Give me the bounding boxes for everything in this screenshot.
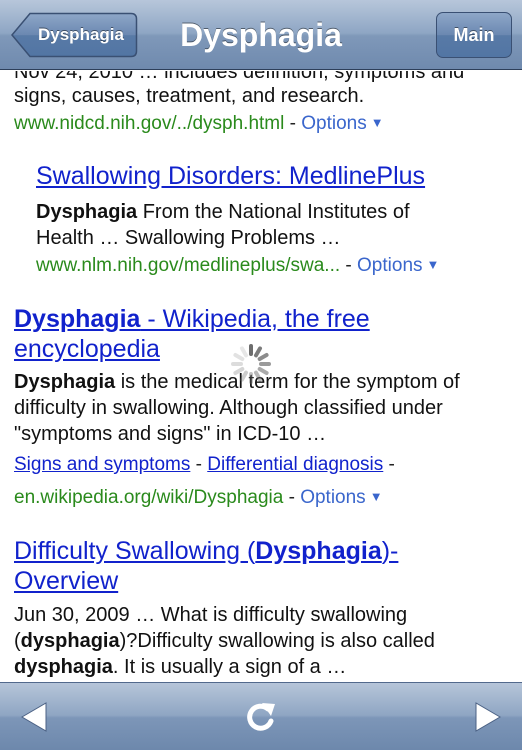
result-url-row: www.nidcd.nih.gov/../dysph.html - Option… xyxy=(14,112,384,135)
navigation-bar: Dysphagia Dysphagia Main xyxy=(0,0,522,70)
result-snippet-line: difficulty in swallowing. Although class… xyxy=(14,397,443,419)
highlight-term: Dysphagia xyxy=(36,201,138,223)
page-title: Dysphagia xyxy=(180,17,342,53)
highlight-term: Dysphagia xyxy=(255,537,382,565)
result-snippet-line: Health … Swallowing Problems … xyxy=(36,227,341,249)
browser-back-button[interactable] xyxy=(8,691,60,743)
result-title-link-cont[interactable]: encyclopedia xyxy=(14,335,160,363)
highlight-term: Dysphagia xyxy=(14,371,116,393)
result-url-row: www.nlm.nih.gov/medlineplus/swa... - Opt… xyxy=(36,254,439,277)
result-title-row: encyclopedia xyxy=(14,335,160,364)
reload-button[interactable] xyxy=(235,691,287,743)
back-button-label: Dysphagia xyxy=(38,25,124,44)
url-separator: - xyxy=(340,255,358,276)
options-label: Options xyxy=(300,487,366,508)
snippet-text: ( xyxy=(14,630,21,652)
options-dropdown[interactable]: Options ▼ xyxy=(357,255,439,276)
result-url[interactable]: www.nlm.nih.gov/medlineplus/swa... xyxy=(36,255,340,276)
snippet-text: From the National Institutes of xyxy=(137,201,410,223)
result-snippet-line: (dysphagia)?Difficulty swallowing is als… xyxy=(14,630,435,653)
title-text: Difficulty Swallowing ( xyxy=(14,537,256,565)
result-title-row: Dysphagia - Wikipedia, the free xyxy=(14,305,370,334)
result-snippet-line: dysphagia. It is usually a sign of a … xyxy=(14,656,346,679)
dropdown-arrow-icon: ▼ xyxy=(369,489,383,504)
result-title-link-cont[interactable]: Overview xyxy=(14,567,118,595)
search-results: Nov 24, 2010 … includes definition, symp… xyxy=(0,71,522,682)
snippet-text: is the medical term for the symptom of xyxy=(115,371,460,393)
result-snippet-line: Nov 24, 2010 … includes definition, symp… xyxy=(14,71,465,83)
highlight-term: dysphagia xyxy=(20,630,120,652)
title-text: - Wikipedia, the free xyxy=(140,305,370,333)
highlight-term: Dysphagia xyxy=(14,305,141,333)
sitelink-separator: - xyxy=(383,454,395,475)
result-url[interactable]: www.nidcd.nih.gov/../dysph.html xyxy=(14,113,284,134)
bottom-toolbar xyxy=(0,682,522,750)
result-snippet-line: "symptoms and signs" in ICD-10 … xyxy=(14,423,327,445)
loading-spinner-icon xyxy=(231,344,271,384)
reload-icon xyxy=(247,703,275,731)
result-snippet-line: Dysphagia From the National Institutes o… xyxy=(36,201,410,224)
right-arrow-icon xyxy=(475,702,501,732)
result-title-row: Difficulty Swallowing (Dysphagia)- xyxy=(14,537,398,566)
sitelink-signs-symptoms[interactable]: Signs and symptoms xyxy=(14,454,190,475)
result-snippet-line: signs, causes, treatment, and research. xyxy=(14,85,365,107)
url-separator: - xyxy=(283,487,301,508)
result-snippet-line: Jun 30, 2009 … What is difficulty swallo… xyxy=(14,604,408,626)
dropdown-arrow-icon: ▼ xyxy=(370,115,384,130)
highlight-term: dysphagia xyxy=(14,656,113,678)
result-title-row: Swallowing Disorders: MedlinePlus xyxy=(36,162,425,191)
result-url[interactable]: en.wikipedia.org/wiki/Dysphagia xyxy=(14,487,283,508)
snippet-text: )?Difficulty swallowing is also called xyxy=(119,630,435,652)
options-label: Options xyxy=(301,113,367,134)
options-label: Options xyxy=(357,255,423,276)
result-url-row: en.wikipedia.org/wiki/Dysphagia - Option… xyxy=(14,486,383,509)
dropdown-arrow-icon: ▼ xyxy=(426,257,440,272)
result-title-link[interactable]: Swallowing Disorders: MedlinePlus xyxy=(36,162,425,190)
left-arrow-icon xyxy=(21,702,47,732)
title-text: )- xyxy=(381,537,399,565)
options-dropdown[interactable]: Options ▼ xyxy=(301,113,383,134)
sitelinks-row: Signs and symptoms - Differential diagno… xyxy=(14,453,395,476)
back-button[interactable]: Dysphagia xyxy=(10,12,138,58)
result-title-link[interactable]: Difficulty Swallowing (Dysphagia)- xyxy=(14,537,398,565)
result-title-row: Overview xyxy=(14,567,118,596)
main-button[interactable]: Main xyxy=(436,12,512,58)
browser-forward-button[interactable] xyxy=(462,691,514,743)
result-title-link[interactable]: Dysphagia - Wikipedia, the free xyxy=(14,305,370,333)
options-dropdown[interactable]: Options ▼ xyxy=(300,487,382,508)
url-separator: - xyxy=(284,113,302,134)
snippet-text: . It is usually a sign of a … xyxy=(112,656,347,678)
sitelink-separator: - xyxy=(190,454,208,475)
sitelink-differential-diagnosis[interactable]: Differential diagnosis xyxy=(207,454,383,475)
